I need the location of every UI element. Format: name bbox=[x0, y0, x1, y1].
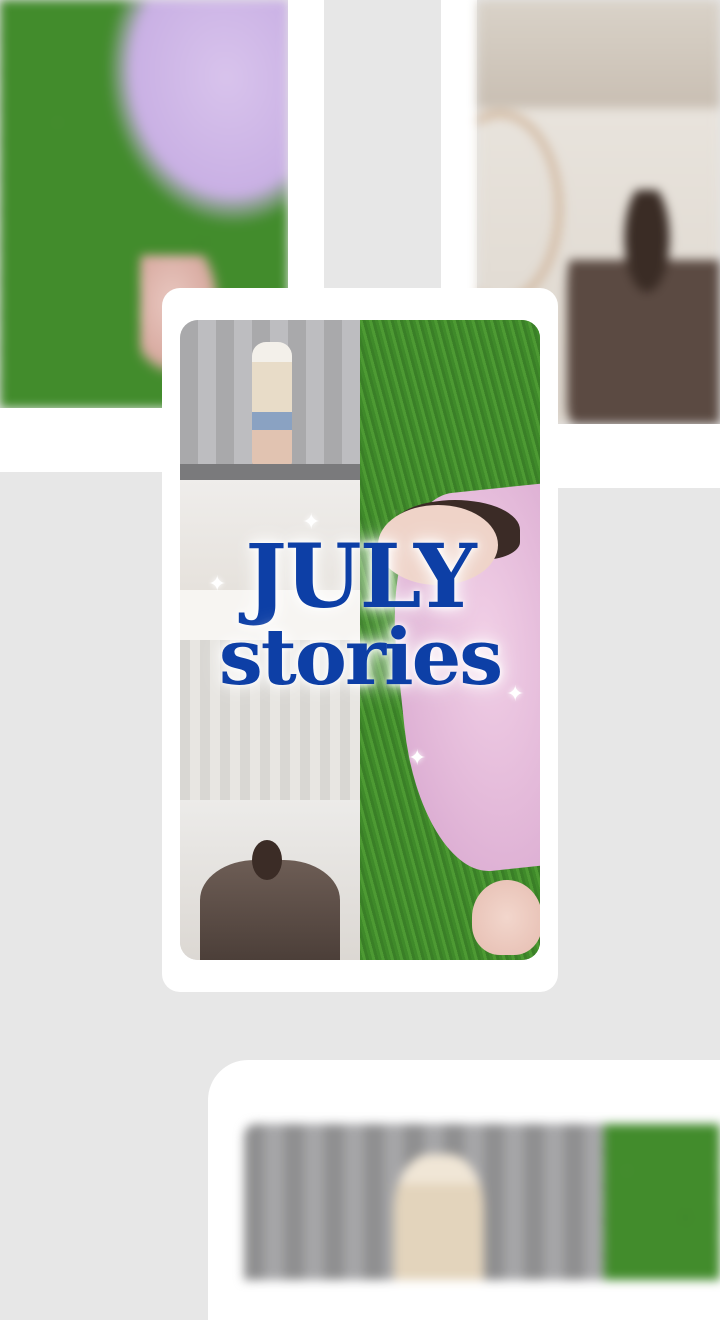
head bbox=[252, 840, 282, 880]
person bbox=[252, 342, 292, 466]
next-story-preview[interactable] bbox=[244, 1124, 720, 1280]
foot bbox=[472, 880, 540, 955]
photo-curtains bbox=[180, 640, 360, 800]
background-gap bbox=[324, 0, 441, 288]
face bbox=[378, 505, 498, 585]
card-edge-right bbox=[558, 424, 720, 488]
round-mirror bbox=[477, 110, 563, 306]
photo-mirror-selfie bbox=[180, 800, 360, 960]
story-collage[interactable]: ✦ ✦ ✦ ✦ JULY stories bbox=[180, 320, 540, 960]
floor bbox=[180, 464, 360, 480]
person bbox=[567, 190, 720, 424]
photo-grass bbox=[604, 1124, 720, 1280]
sparkle-icon: ✦ bbox=[208, 572, 227, 597]
sparkle-icon: ✦ bbox=[302, 510, 321, 535]
card-edge-left bbox=[0, 408, 162, 472]
photo-bedroom bbox=[180, 480, 360, 640]
person bbox=[394, 1154, 484, 1280]
card-edge bbox=[288, 0, 324, 288]
bed bbox=[180, 590, 360, 640]
sparkle-icon: ✦ bbox=[506, 682, 525, 707]
photo-grass-lying bbox=[360, 320, 540, 960]
card-edge bbox=[441, 0, 477, 288]
photo-elevator-selfie bbox=[180, 320, 360, 480]
sparkle-icon: ✦ bbox=[408, 746, 427, 771]
pink-fabric bbox=[93, 0, 288, 243]
